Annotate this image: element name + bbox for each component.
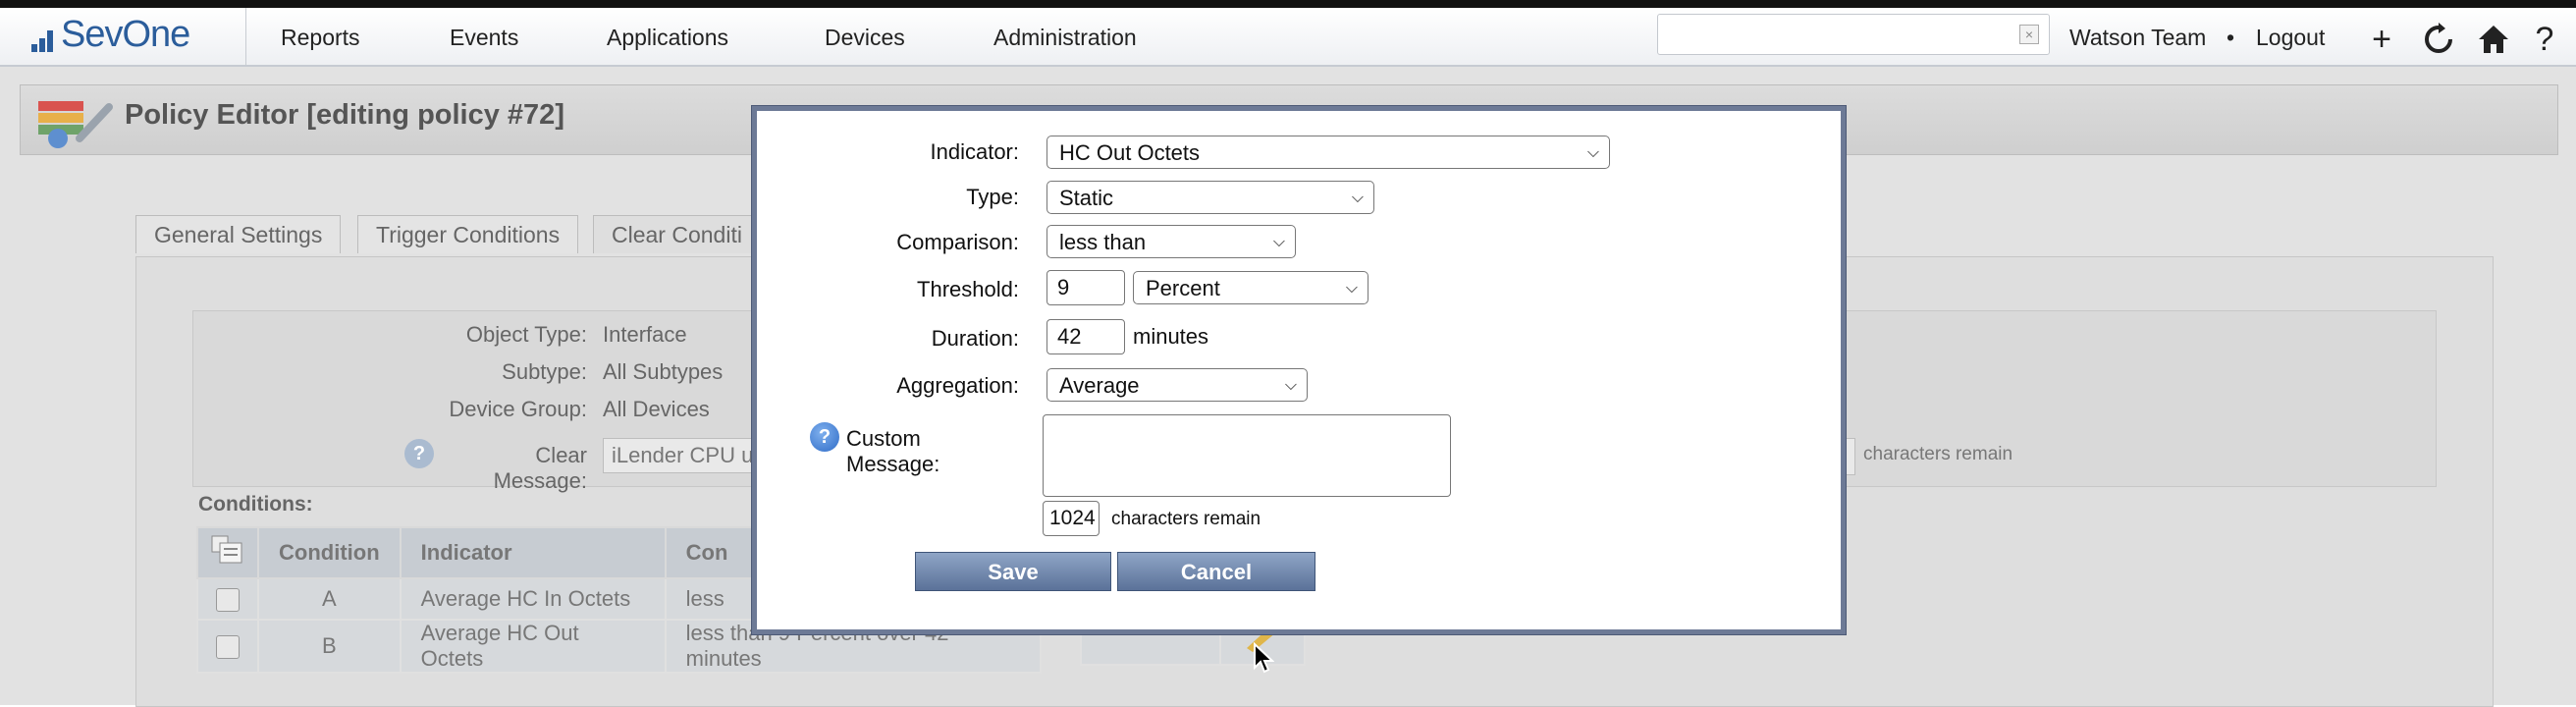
tab-trigger-conditions[interactable]: Trigger Conditions <box>357 215 579 253</box>
type-label: Type: <box>966 185 1019 209</box>
row-checkbox[interactable] <box>216 635 240 660</box>
select-all-header[interactable] <box>196 526 259 579</box>
threshold-unit-select[interactable]: Percent ⌵ <box>1133 271 1368 304</box>
chars-count-field: 1024 <box>1043 501 1100 536</box>
nav-applications[interactable]: Applications <box>607 20 728 55</box>
clear-message-label: Clear Message: <box>493 443 587 493</box>
save-button[interactable]: Save <box>915 552 1111 591</box>
logo[interactable]: SevOne <box>0 8 246 65</box>
indicator-header: Indicator <box>399 526 667 579</box>
indicator-cell: Average HC Out Octets <box>399 619 667 674</box>
chars-remain-text: characters remain <box>1111 509 1261 529</box>
indicator-label: Indicator: <box>930 139 1020 164</box>
nav-events[interactable]: Events <box>450 20 518 55</box>
logo-text: SevOne <box>61 14 190 55</box>
object-type-value: Interface <box>603 322 687 347</box>
clear-message-input[interactable]: iLender CPU u <box>603 438 770 473</box>
plus-icon[interactable]: + <box>2362 20 2401 59</box>
indicator-cell: Average HC In Octets <box>399 577 667 621</box>
device-group-value: All Devices <box>603 397 710 421</box>
nav-separator: • <box>2227 25 2235 50</box>
condition-cell: B <box>257 619 402 674</box>
help-icon[interactable]: ? <box>2525 20 2564 59</box>
nav-bar: SevOne Reports Events Applications Devic… <box>0 8 2576 67</box>
threshold-label: Threshold: <box>917 277 1019 301</box>
threshold-input[interactable]: 9 <box>1046 270 1125 305</box>
clear-search-icon[interactable]: × <box>2019 25 2039 44</box>
chevron-down-icon: ⌵ <box>1272 234 1285 250</box>
logout-link[interactable]: Logout <box>2256 20 2325 55</box>
tab-general-settings[interactable]: General Settings <box>135 215 342 253</box>
aggregation-label: Aggregation: <box>896 373 1019 398</box>
nav-administration[interactable]: Administration <box>993 20 1137 55</box>
custom-message-label: Custom Message: <box>846 426 940 476</box>
logo-bars-icon <box>31 23 59 52</box>
object-type-label: Object Type: <box>465 322 587 347</box>
indicator-value: HC Out Octets <box>1059 140 1201 165</box>
row-checkbox-cell[interactable] <box>196 619 259 674</box>
custom-message-help-icon[interactable]: ? <box>810 422 839 452</box>
device-group-label: Device Group: <box>449 397 587 421</box>
condition-header: Condition <box>257 526 402 579</box>
conditions-label: Conditions: <box>198 493 313 516</box>
nav-reports[interactable]: Reports <box>281 20 360 55</box>
top-strip <box>0 0 2576 8</box>
search-input[interactable]: × <box>1657 14 2050 55</box>
clear-message-help-icon[interactable]: ? <box>404 439 434 468</box>
mouse-cursor-icon <box>1254 642 1274 674</box>
custom-message-textarea[interactable] <box>1043 414 1451 497</box>
comparison-select[interactable]: less than ⌵ <box>1046 225 1296 258</box>
clear-message-chars-remain: characters remain <box>1863 444 2013 464</box>
subtype-label: Subtype: <box>502 359 587 384</box>
nav-devices[interactable]: Devices <box>825 20 905 55</box>
chevron-down-icon: ⌵ <box>1345 280 1358 297</box>
threshold-unit-value: Percent <box>1146 276 1220 300</box>
refresh-icon[interactable] <box>2419 20 2458 59</box>
condition-cell: A <box>257 577 402 621</box>
row-checkbox-cell[interactable] <box>196 577 259 621</box>
select-all-icon[interactable] <box>208 533 247 567</box>
duration-label: Duration: <box>931 326 1019 351</box>
chevron-down-icon: ⌵ <box>1351 190 1364 206</box>
chevron-down-icon: ⌵ <box>1586 144 1599 161</box>
cancel-button[interactable]: Cancel <box>1117 552 1315 591</box>
user-name: Watson Team <box>2069 25 2207 50</box>
comparison-label: Comparison: <box>896 230 1019 254</box>
indicator-select[interactable]: HC Out Octets ⌵ <box>1046 136 1610 169</box>
duration-input[interactable]: 42 <box>1046 319 1125 354</box>
duration-unit: minutes <box>1133 324 1209 349</box>
page-title: Policy Editor [editing policy #72] <box>125 99 564 131</box>
comparison-value: less than <box>1059 230 1147 254</box>
aggregation-select[interactable]: Average ⌵ <box>1046 368 1308 402</box>
type-select[interactable]: Static ⌵ <box>1046 181 1374 214</box>
tab-clear-conditions[interactable]: Clear Conditi <box>593 215 778 253</box>
type-value: Static <box>1059 186 1114 210</box>
chevron-down-icon: ⌵ <box>1284 377 1297 394</box>
policy-editor-icon <box>38 101 113 148</box>
subtype-value: All Subtypes <box>603 359 724 384</box>
home-icon[interactable] <box>2474 20 2513 59</box>
row-checkbox[interactable] <box>216 588 240 613</box>
aggregation-value: Average <box>1059 373 1140 398</box>
